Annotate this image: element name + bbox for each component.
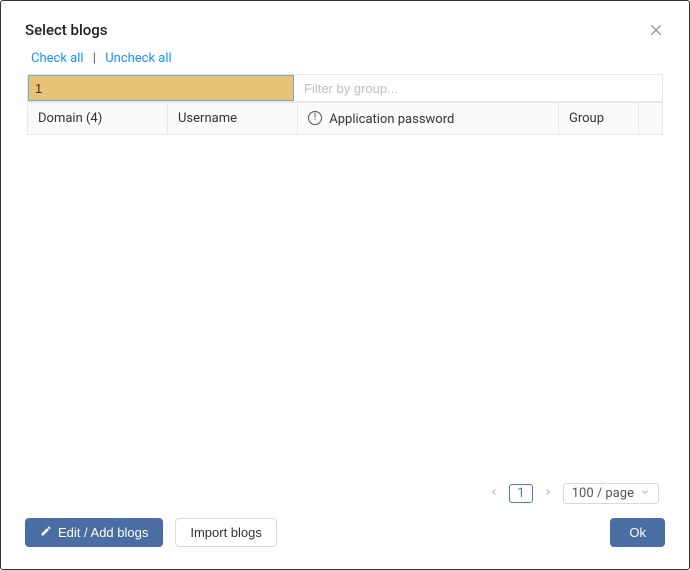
page-size-select[interactable]: 100 / page: [563, 483, 659, 504]
chevron-left-icon: [489, 486, 499, 501]
table-header-row: Domain (4) Username Application password…: [28, 103, 663, 135]
info-icon: [308, 111, 322, 125]
select-blogs-modal: Select blogs Check all | Uncheck all Dom…: [1, 1, 689, 569]
pencil-icon: [40, 525, 52, 540]
prev-page-button[interactable]: [487, 486, 501, 501]
search-filter-wrap: [28, 75, 294, 101]
footer-left: Edit / Add blogs Import blogs: [25, 518, 277, 547]
pagination: 1 100 / page: [1, 483, 689, 514]
page-size-label: 100 / page: [572, 486, 634, 501]
edit-add-blogs-label: Edit / Add blogs: [58, 525, 148, 540]
close-button[interactable]: [647, 21, 665, 43]
chevron-right-icon: [543, 486, 553, 501]
ok-button[interactable]: Ok: [610, 518, 665, 547]
page-number[interactable]: 1: [509, 484, 532, 503]
column-app-password[interactable]: Application password: [298, 103, 559, 135]
check-all-link[interactable]: Check all: [31, 51, 84, 66]
close-icon: [649, 24, 663, 41]
modal-footer: Edit / Add blogs Import blogs Ok: [1, 514, 689, 569]
modal-header: Select blogs: [1, 1, 689, 51]
column-domain[interactable]: Domain (4): [28, 103, 168, 135]
edit-add-blogs-button[interactable]: Edit / Add blogs: [25, 518, 163, 547]
modal-title: Select blogs: [25, 21, 108, 39]
import-blogs-button[interactable]: Import blogs: [175, 518, 277, 547]
search-input[interactable]: [29, 78, 293, 99]
filter-row: [27, 74, 663, 102]
blogs-table-wrap: Domain (4) Username Application password…: [27, 102, 663, 135]
blogs-table: Domain (4) Username Application password…: [27, 102, 663, 135]
group-filter-input[interactable]: [294, 78, 662, 99]
separator: |: [93, 51, 96, 66]
group-filter-wrap: [294, 75, 662, 101]
table-body-empty: [1, 135, 689, 483]
ok-label: Ok: [629, 525, 646, 540]
column-app-password-label: Application password: [329, 112, 454, 127]
column-username[interactable]: Username: [168, 103, 298, 135]
chevron-down-icon: [640, 486, 650, 501]
bulk-actions: Check all | Uncheck all: [1, 51, 689, 74]
column-group[interactable]: Group: [559, 103, 639, 135]
column-spacer: [639, 103, 663, 135]
uncheck-all-link[interactable]: Uncheck all: [105, 51, 171, 66]
import-blogs-label: Import blogs: [190, 525, 262, 540]
next-page-button[interactable]: [541, 486, 555, 501]
